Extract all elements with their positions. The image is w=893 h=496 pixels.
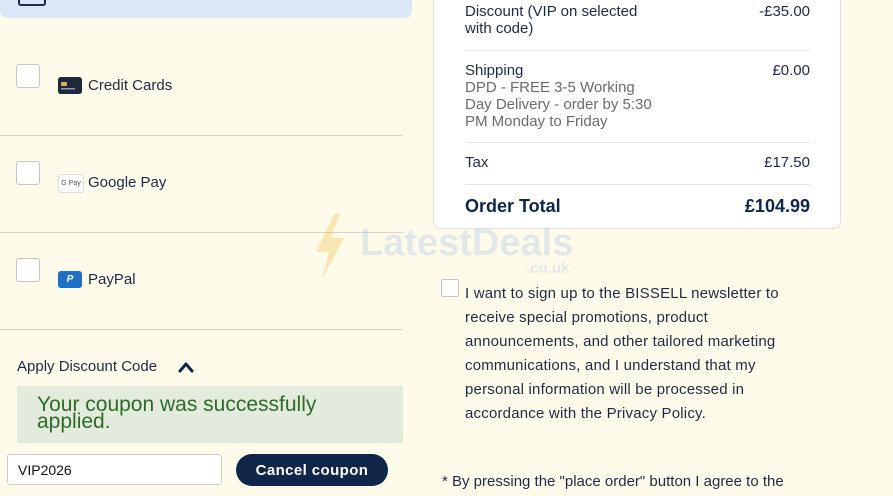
google-pay-label: Google Pay: [88, 174, 167, 191]
chevron-up-icon[interactable]: [178, 360, 194, 374]
watermark-subtext: .co.uk: [526, 260, 570, 277]
discount-value: -£35.00: [759, 3, 810, 20]
credit-card-icon: [58, 77, 82, 94]
watermark-logo: LatestDeals .co.uk: [312, 212, 602, 282]
order-total-value: £104.99: [744, 196, 810, 216]
google-pay-icon: G Pay: [58, 174, 84, 193]
coupon-code-input[interactable]: [7, 454, 222, 485]
coupon-success-message: Your coupon was successfully applied.: [17, 386, 403, 443]
cancel-coupon-button[interactable]: Cancel coupon: [236, 454, 388, 486]
shipping-row: Shipping DPD - FREE 3-5 Working Day Deli…: [465, 62, 810, 143]
watermark-text: LatestDeals: [360, 222, 574, 264]
tax-row: Tax £17.50: [465, 154, 810, 185]
wallet-icon: [18, 0, 46, 6]
tax-label: Tax: [465, 154, 489, 171]
terms-notice: * By pressing the "place order" button I…: [442, 473, 784, 490]
credit-cards-checkbox[interactable]: [16, 64, 40, 88]
newsletter-checkbox[interactable]: [441, 279, 459, 297]
discount-row: Discount (VIP on selected with code) -£3…: [465, 3, 810, 51]
discount-toggle[interactable]: Apply Discount Code: [17, 358, 157, 375]
paypal-icon: P: [58, 271, 82, 288]
discount-label: Discount (VIP on selected with code): [465, 3, 638, 37]
credit-cards-label: Credit Cards: [88, 77, 173, 94]
google-pay-checkbox[interactable]: [16, 161, 40, 185]
newsletter-consent-text: I want to sign up to the BISSELL newslet…: [465, 285, 779, 422]
paypal-checkbox[interactable]: [16, 258, 40, 282]
shipping-label: Shipping: [465, 62, 524, 79]
shipping-value: £0.00: [772, 62, 810, 79]
payment-option-credit-cards[interactable]: Credit Cards: [0, 38, 403, 136]
lightning-bolt-icon: [316, 214, 344, 280]
order-summary: Discount (VIP on selected with code) -£3…: [433, 0, 841, 229]
success-text: Your coupon was successfully applied.: [37, 393, 317, 433]
selected-payment-method[interactable]: [0, 0, 412, 18]
tax-value: £17.50: [764, 154, 810, 171]
shipping-detail: DPD - FREE 3-5 Working Day Delivery - or…: [465, 79, 652, 130]
paypal-label: PayPal: [88, 271, 136, 288]
